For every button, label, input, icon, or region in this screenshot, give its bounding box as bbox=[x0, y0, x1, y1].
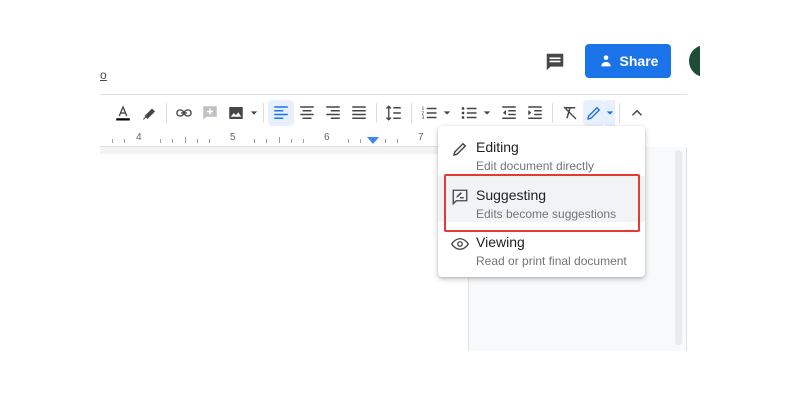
align-right-button[interactable] bbox=[320, 100, 346, 126]
toolbar-divider bbox=[376, 102, 377, 123]
bulleted-list-icon bbox=[461, 106, 477, 119]
ruler-tick bbox=[185, 137, 186, 143]
hide-menus-button[interactable] bbox=[624, 100, 650, 126]
ruler-tick bbox=[197, 139, 198, 143]
bulleted-list-button[interactable] bbox=[456, 100, 482, 126]
chevron-down-icon bbox=[606, 110, 614, 115]
share-button[interactable]: Share bbox=[585, 44, 671, 78]
decrease-indent-icon bbox=[502, 105, 516, 119]
highlighter-icon bbox=[143, 108, 155, 120]
toolbar-divider bbox=[552, 102, 553, 123]
toolbar-divider bbox=[619, 102, 620, 123]
text-color-icon bbox=[116, 104, 130, 120]
pencil-icon bbox=[452, 142, 467, 157]
clear-formatting-button[interactable] bbox=[557, 100, 583, 126]
formatting-toolbar: 1 2 3 bbox=[100, 94, 687, 130]
toolbar-divider bbox=[263, 102, 264, 123]
comment-icon bbox=[546, 53, 564, 71]
align-center-button[interactable] bbox=[294, 100, 320, 126]
menu-item-description: Edit document directly bbox=[476, 159, 595, 173]
insert-image-button[interactable] bbox=[223, 100, 249, 126]
ruler-number: 4 bbox=[136, 132, 142, 143]
ruler-number: 6 bbox=[324, 132, 330, 143]
toolbar-divider bbox=[411, 102, 412, 123]
increase-indent-icon bbox=[528, 105, 542, 119]
svg-text:3: 3 bbox=[422, 115, 425, 121]
image-dropdown-caret[interactable] bbox=[249, 100, 259, 126]
chevron-up-icon bbox=[631, 109, 643, 116]
ruler-tick bbox=[385, 139, 386, 143]
ruler-tick bbox=[112, 139, 113, 143]
insert-link-button[interactable] bbox=[171, 100, 197, 126]
add-comment-button[interactable] bbox=[197, 100, 223, 126]
decrease-indent-button[interactable] bbox=[496, 100, 522, 126]
ruler-number: 7 bbox=[418, 132, 424, 143]
right-indent-marker-icon[interactable] bbox=[367, 137, 379, 145]
text-color-button[interactable] bbox=[110, 100, 136, 126]
vertical-scrollbar[interactable] bbox=[675, 150, 682, 345]
align-center-icon bbox=[300, 105, 314, 119]
editing-mode-dropdown-caret[interactable] bbox=[605, 99, 615, 126]
align-right-icon bbox=[326, 105, 340, 119]
editing-mode-button[interactable] bbox=[583, 99, 605, 126]
menu-item-description: Read or print final document bbox=[476, 254, 627, 268]
horizontal-ruler[interactable]: 4 5 6 7 bbox=[100, 131, 440, 147]
bulleted-list-dropdown-caret[interactable] bbox=[482, 100, 492, 126]
ruler-tick bbox=[172, 139, 173, 143]
annotation-highlight-box bbox=[444, 174, 640, 232]
comment-history-button[interactable] bbox=[541, 48, 569, 76]
menu-bar-fragment[interactable]: o bbox=[100, 68, 107, 82]
eye-icon bbox=[451, 238, 469, 250]
ruler-tick bbox=[291, 139, 292, 143]
chevron-down-icon bbox=[443, 110, 451, 115]
ruler-tick bbox=[160, 139, 161, 143]
ruler-tick bbox=[303, 139, 304, 143]
ruler-tick bbox=[397, 139, 398, 143]
ruler-margin-strip bbox=[100, 147, 440, 154]
line-spacing-icon bbox=[386, 104, 401, 121]
ruler-tick bbox=[254, 139, 255, 143]
highlight-color-button[interactable] bbox=[136, 100, 162, 126]
justify-button[interactable] bbox=[346, 100, 372, 126]
ruler-tick bbox=[279, 137, 280, 143]
ruler-tick bbox=[124, 139, 125, 143]
ruler-tick bbox=[360, 139, 361, 143]
menu-item-editing[interactable]: Editing Edit document directly bbox=[438, 128, 645, 174]
ruler-tick bbox=[266, 139, 267, 143]
align-left-button[interactable] bbox=[268, 99, 294, 126]
numbered-list-icon: 1 2 3 bbox=[422, 106, 437, 121]
add-comment-icon bbox=[203, 105, 217, 120]
ruler-tick bbox=[209, 139, 210, 143]
share-button-label: Share bbox=[619, 53, 659, 69]
image-icon bbox=[229, 106, 243, 119]
menu-item-title: Viewing bbox=[476, 234, 525, 250]
align-left-icon bbox=[274, 105, 288, 119]
ruler-tick bbox=[348, 139, 349, 143]
viewport-edge bbox=[700, 40, 800, 84]
chevron-down-icon bbox=[483, 110, 491, 115]
numbered-list-button[interactable]: 1 2 3 bbox=[416, 100, 442, 126]
menu-item-title: Editing bbox=[476, 139, 519, 155]
clear-formatting-icon bbox=[563, 106, 577, 119]
ruler-number: 5 bbox=[230, 132, 236, 143]
chevron-down-icon bbox=[250, 110, 258, 115]
line-spacing-button[interactable] bbox=[381, 100, 407, 126]
link-icon bbox=[176, 108, 192, 117]
share-lock-icon bbox=[600, 55, 611, 67]
justify-icon bbox=[352, 105, 366, 119]
numbered-list-dropdown-caret[interactable] bbox=[442, 100, 452, 126]
pencil-icon bbox=[587, 106, 601, 120]
toolbar-divider bbox=[166, 102, 167, 123]
increase-indent-button[interactable] bbox=[522, 100, 548, 126]
